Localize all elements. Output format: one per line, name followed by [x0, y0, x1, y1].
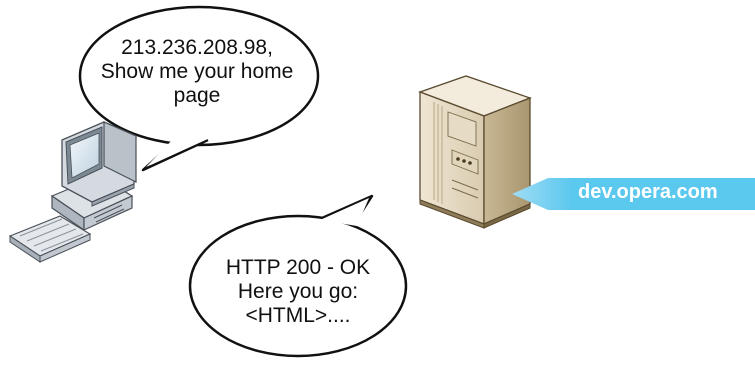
request-line: page: [173, 84, 221, 107]
request-line: 213.236.208.98,: [121, 36, 273, 59]
response-message: HTTP 200 - OK Here you go: <HTML>....: [196, 256, 400, 328]
server-hostname-label: dev.opera.com: [578, 181, 718, 203]
response-line: <HTML>....: [245, 304, 351, 327]
server-tower-icon: [418, 75, 532, 229]
request-message: 213.236.208.98, Show me your home page: [90, 36, 304, 108]
response-line: HTTP 200 - OK: [225, 256, 371, 279]
response-line: Here you go:: [237, 280, 359, 303]
request-line: Show me your home: [100, 60, 294, 83]
client-server-diagram: 213.236.208.98, Show me your home page H…: [0, 0, 755, 368]
desktop-computer-icon: [8, 121, 137, 263]
